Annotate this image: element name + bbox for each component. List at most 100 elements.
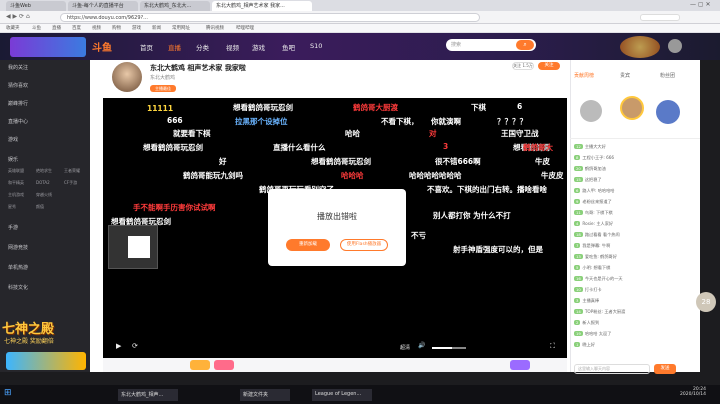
browser-tab[interactable]: 斗鱼-每个人的直播平台 xyxy=(68,1,138,11)
site-logo[interactable]: 斗鱼 xyxy=(92,39,112,54)
bookmark[interactable]: 常用网址 xyxy=(172,25,190,31)
reload-button[interactable]: 重新加载 xyxy=(286,239,330,251)
taskbar-item[interactable]: 东北大鹤鸡_相声... xyxy=(118,389,178,401)
chat-message[interactable]: 16 今天也是开心的一天 xyxy=(574,276,696,282)
browser-tab-active[interactable]: 东北大鹤鸡_相声艺术家 我家... xyxy=(212,1,312,11)
browser-tab[interactable]: 东北大鹤鸡_东北大... xyxy=(140,1,210,11)
search-icon[interactable]: ⌕ xyxy=(516,40,534,50)
viewer-badge[interactable]: 28 xyxy=(696,292,716,312)
sidebar-item-game[interactable]: 游戏 xyxy=(8,136,18,143)
nav-game[interactable]: 游戏 xyxy=(252,42,265,52)
chat-input[interactable]: 这里输入聊天内容 xyxy=(574,364,650,374)
follow-button[interactable]: 关注 xyxy=(538,62,560,70)
sidebar-item-follow[interactable]: 我的关注 xyxy=(8,64,28,71)
sidebar-banner-sub[interactable]: 七神之殿 奖励翻倍 xyxy=(4,336,54,345)
sidebar-item-center[interactable]: 直播中心 xyxy=(8,118,28,125)
sidebar-sub[interactable]: 星秀 xyxy=(8,204,16,210)
bookmark[interactable]: 百度 xyxy=(72,25,81,31)
chat-message[interactable]: 2 新人报到 xyxy=(574,320,696,326)
url-field[interactable]: https://www.douyu.com/9629?... xyxy=(60,13,480,22)
sidebar-item-online[interactable]: 网游竞技 xyxy=(8,244,28,251)
tab-contribution[interactable]: 贡献周榜 xyxy=(574,72,594,79)
refresh-icon[interactable]: ⟳ xyxy=(132,342,138,350)
streamer-avatar[interactable] xyxy=(112,62,142,92)
bookmark[interactable]: 游戏 xyxy=(132,25,141,31)
nav-live[interactable]: 直播 xyxy=(168,42,181,52)
bookmark[interactable]: 哔哩哔哩 xyxy=(236,25,254,31)
rank-avatar[interactable] xyxy=(656,100,680,124)
tab-fans[interactable]: 粉丝团 xyxy=(660,72,675,79)
sidebar-sub[interactable]: CF手游 xyxy=(64,180,77,186)
sidebar-item-guess[interactable]: 猜你喜欢 xyxy=(8,82,28,89)
rank-avatar[interactable] xyxy=(620,96,644,120)
window-controls[interactable]: — ▢ ✕ xyxy=(690,1,711,8)
sidebar-item-rank[interactable]: 巅峰排行 xyxy=(8,100,28,107)
taskbar-item[interactable]: 新建文件夹 xyxy=(240,389,290,401)
chat-message[interactable]: 8 工程小王子: 666 xyxy=(574,155,696,161)
chat-message[interactable]: 18 路过看看 看个热闹 xyxy=(574,232,696,238)
sidebar-sub[interactable]: 颜值 xyxy=(36,204,44,210)
chat-message[interactable]: 12 主播大大好 xyxy=(574,144,696,150)
header-banner-ad[interactable] xyxy=(10,37,86,57)
sidebar-sub[interactable]: 和平精英 xyxy=(8,180,24,186)
nav-fishbar[interactable]: 鱼吧 xyxy=(282,42,295,52)
sidebar-item-mobile[interactable]: 手游 xyxy=(8,224,18,231)
sidebar-sub[interactable]: 穿越火线 xyxy=(36,192,52,198)
browser-tab[interactable]: 斗鱼Web xyxy=(6,1,66,11)
sidebar-sub[interactable]: 王者荣耀 xyxy=(64,168,80,174)
streamer-name[interactable]: 东北大鹤鸡 xyxy=(150,74,175,81)
flash-player-button[interactable]: 使用Flash播放器 xyxy=(340,239,388,251)
chat-message[interactable]: 13 爱吃鱼: 鹤鸽哥好 xyxy=(574,254,696,260)
send-button[interactable]: 发送 xyxy=(654,364,676,374)
chat-message[interactable]: 6 路人甲: 哈哈哈哈 xyxy=(574,188,696,194)
chat-message[interactable]: 20 鹤鸽哥加油 xyxy=(574,166,696,172)
nav-buttons[interactable]: ◀ ▶ ⟳ ⌂ xyxy=(6,13,30,20)
gift-item[interactable] xyxy=(190,360,210,370)
chat-message[interactable]: 5 小明: 想看下棋 xyxy=(574,265,696,271)
browser-search-input[interactable] xyxy=(640,14,680,21)
chat-message[interactable]: 14 TOP粉丝: 王者大厨渡 xyxy=(574,309,696,315)
nav-category[interactable]: 分类 xyxy=(196,42,209,52)
nav-s10[interactable]: S10 xyxy=(310,42,322,50)
rank-avatar[interactable] xyxy=(580,100,602,122)
sidebar-sub[interactable]: 英雄联盟 xyxy=(8,168,24,174)
bookmark[interactable]: 腾讯视频 xyxy=(206,25,224,31)
sidebar-sub[interactable]: 绝地求生 xyxy=(36,168,52,174)
chat-message[interactable]: 3 主播真棒 xyxy=(574,298,696,304)
bookmark[interactable]: 直播 xyxy=(52,25,61,31)
sidebar-banner-title[interactable]: 七神之殿 xyxy=(2,318,54,337)
sidebar-sub[interactable]: 主机游戏 xyxy=(8,192,24,198)
gift-item[interactable] xyxy=(510,360,530,370)
bookmark[interactable]: 新闻 xyxy=(152,25,161,31)
fullscreen-icon[interactable]: ⛶ xyxy=(550,342,555,351)
bookmark[interactable]: 收藏夹 xyxy=(6,25,20,31)
bookmark[interactable]: 斗鱼 xyxy=(32,25,41,31)
sidebar-sub[interactable]: DOTA2 xyxy=(36,180,50,185)
play-icon[interactable]: ▶ xyxy=(116,342,121,350)
nav-video[interactable]: 视频 xyxy=(226,42,239,52)
chat-message[interactable]: 4 Rosie: 主人家好 xyxy=(574,221,696,227)
volume-slider[interactable] xyxy=(432,347,466,349)
user-avatar[interactable] xyxy=(668,39,682,53)
taskbar-item[interactable]: League of Legen... xyxy=(312,389,372,401)
start-icon[interactable]: ⊞ xyxy=(4,388,12,398)
chat-message[interactable]: 7 我是弹幕: 牛啊 xyxy=(574,243,696,249)
gift-item[interactable] xyxy=(214,360,234,370)
chat-message[interactable]: 15 这把稳了 xyxy=(574,177,696,183)
chat-message[interactable]: 10 打卡打卡 xyxy=(574,287,696,293)
chat-message[interactable]: 11 鸟哥: 下棋下棋 xyxy=(574,210,696,216)
tab-vip[interactable]: 贵宾 xyxy=(620,72,630,79)
chat-message[interactable]: 19 哈哈哈 太逗了 xyxy=(574,331,696,337)
nav-home[interactable]: 首页 xyxy=(140,42,153,52)
volume-icon[interactable]: 🔊 xyxy=(418,342,425,349)
sidebar-banner-image[interactable] xyxy=(6,352,86,370)
bookmark[interactable]: 购物 xyxy=(112,25,121,31)
chat-message[interactable]: 1 晚上好 xyxy=(574,342,696,348)
sidebar-item-single[interactable]: 单机热游 xyxy=(8,264,28,271)
chat-message[interactable]: 9 老粉丝来报道了 xyxy=(574,199,696,205)
category-badge[interactable]: 主播最佳 xyxy=(150,85,176,92)
bookmark[interactable]: 视频 xyxy=(92,25,101,31)
sidebar-item-ent[interactable]: 娱乐 xyxy=(8,156,18,163)
sidebar-item-tech[interactable]: 科技文化 xyxy=(8,284,28,291)
header-promo-image[interactable] xyxy=(620,36,660,58)
